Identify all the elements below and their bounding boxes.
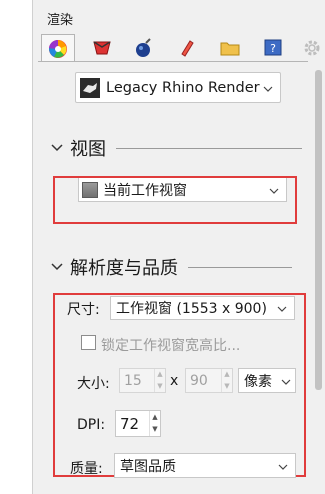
height-stepper[interactable]: 90 ▲ ▼ <box>185 368 233 393</box>
chevron-down-icon <box>51 263 63 271</box>
quality-value: 草图品质 <box>120 458 176 475</box>
width-value: 15 <box>124 372 142 389</box>
unit-select[interactable]: 像素 <box>238 368 296 393</box>
times-symbol: x <box>170 373 179 389</box>
texture-icon <box>181 39 194 57</box>
svg-text:?: ? <box>270 42 276 55</box>
quality-label: 质量: <box>70 461 103 477</box>
dpi-label: DPI: <box>77 417 106 433</box>
increment-icon[interactable]: ▲ <box>150 411 160 424</box>
chevron-down-icon <box>274 300 287 316</box>
viewport-select[interactable]: 当前工作视窗 <box>78 177 287 202</box>
color-wheel-icon <box>48 39 67 58</box>
height-value: 90 <box>190 372 208 389</box>
chevron-down-icon <box>281 373 291 389</box>
rhino-render-icon <box>80 77 100 98</box>
renderer-select[interactable]: Legacy Rhino Render <box>75 72 281 103</box>
section-title: 视图 <box>70 139 106 160</box>
help-icon: ? <box>264 39 282 55</box>
decrement-icon[interactable]: ▼ <box>155 381 165 393</box>
chevron-down-icon <box>269 182 279 198</box>
environment-icon <box>136 37 151 57</box>
tab-divider <box>38 61 308 62</box>
tab-environment[interactable] <box>126 34 160 61</box>
panel-title: 渲染 <box>47 13 74 28</box>
tab-textures[interactable] <box>170 34 204 61</box>
section-divider <box>116 147 302 149</box>
tab-help[interactable]: ? <box>256 34 290 61</box>
tab-materials[interactable] <box>85 34 119 61</box>
lock-ratio-label: 锁定工作视窗宽高比... <box>101 338 241 354</box>
dpi-value: 72 <box>120 414 140 433</box>
section-header-resolution[interactable]: 解析度与品质 <box>50 254 292 280</box>
decrement-icon[interactable]: ▼ <box>222 381 232 393</box>
tab-open[interactable] <box>213 34 247 61</box>
size-value: 工作视窗 (1553 x 900) <box>116 301 267 317</box>
viewport-icon <box>82 181 98 198</box>
width-stepper[interactable]: 15 ▲ ▼ <box>119 368 166 393</box>
increment-icon[interactable]: ▲ <box>155 369 165 381</box>
tab-render-settings[interactable] <box>41 34 75 62</box>
left-pane <box>0 0 33 494</box>
dpi-stepper[interactable]: 72 ▲ ▼ <box>115 410 161 437</box>
chevron-down-icon <box>263 80 273 96</box>
chevron-down-icon <box>278 458 288 474</box>
decrement-icon[interactable]: ▼ <box>150 424 160 437</box>
size-label: 尺寸: <box>67 302 100 318</box>
section-divider <box>188 266 292 268</box>
scrollbar-thumb[interactable] <box>315 70 322 390</box>
lock-ratio-checkbox[interactable] <box>81 335 96 350</box>
quality-select[interactable]: 草图品质 <box>114 453 296 478</box>
renderer-label: Legacy Rhino Render <box>106 79 260 96</box>
increment-icon[interactable]: ▲ <box>222 369 232 381</box>
dimensions-label: 大小: <box>77 376 110 392</box>
size-select[interactable]: 工作视窗 (1553 x 900) <box>110 296 295 320</box>
settings-gear-icon <box>304 40 320 55</box>
section-title: 解析度与品质 <box>70 258 178 279</box>
tab-settings[interactable] <box>298 34 325 61</box>
viewport-label: 当前工作视窗 <box>103 182 187 199</box>
unit-value: 像素 <box>244 373 272 390</box>
chevron-down-icon <box>51 144 63 152</box>
section-header-view[interactable]: 视图 <box>50 135 302 161</box>
material-icon <box>93 40 111 54</box>
folder-icon <box>220 42 240 55</box>
